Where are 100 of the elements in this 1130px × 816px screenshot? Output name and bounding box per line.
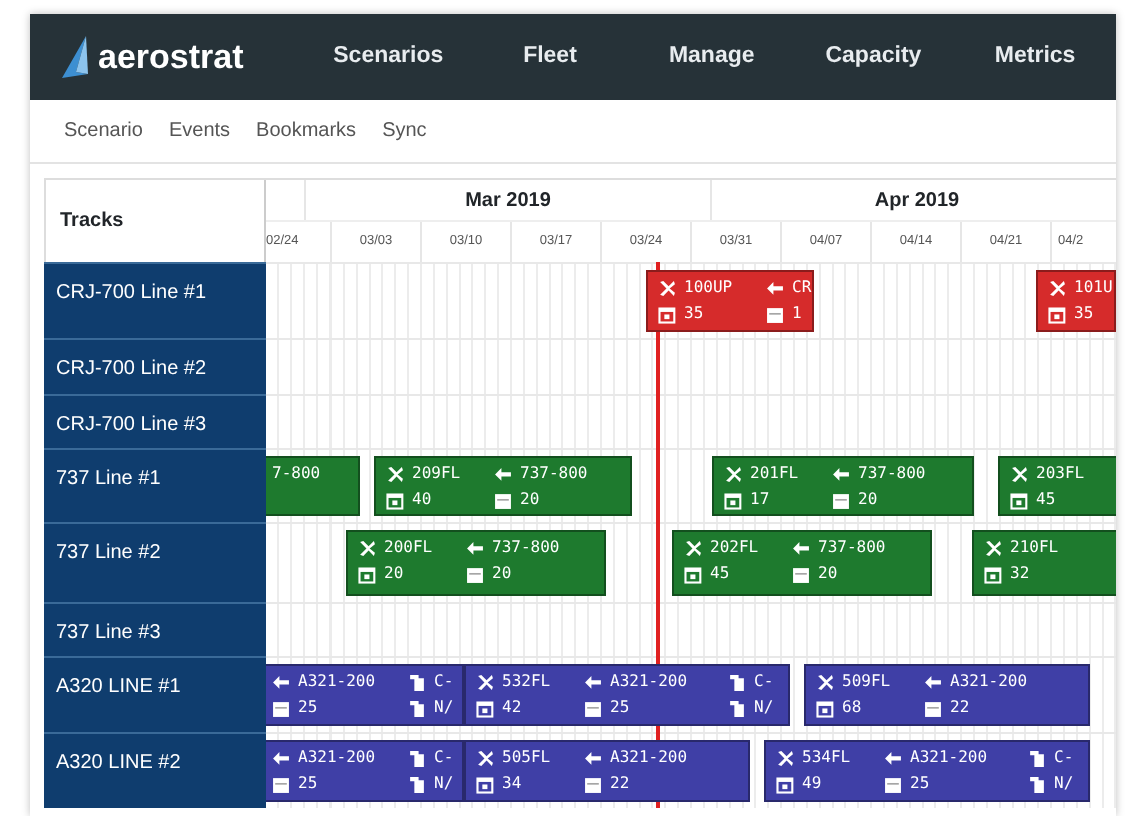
calendar-icon (476, 699, 494, 717)
event-bar[interactable]: 505FL 34 A321-200 22 (464, 740, 750, 802)
nav-link[interactable]: Fleet (469, 39, 631, 75)
calendar-icon (386, 491, 404, 509)
calendar-icon (584, 699, 602, 717)
event-text: A321-200 (610, 672, 688, 692)
arrow-left-icon (924, 673, 942, 691)
event-text: 20 (858, 490, 878, 510)
event-text: N/ (434, 774, 454, 794)
event-text: N/ (754, 698, 774, 718)
event-text: 534FL (802, 748, 851, 768)
event-text: 200FL (384, 538, 433, 558)
event-bar[interactable]: 101U 35 (1036, 270, 1116, 332)
event-text: 1 (792, 304, 802, 324)
event-bar[interactable]: 209FL 40 737-800 20 (374, 456, 632, 516)
event-text: 737-800 (492, 538, 560, 558)
track-label: 737 Line #1 (44, 448, 266, 522)
calendar-icon (494, 491, 512, 509)
event-text: 101U (1074, 278, 1113, 298)
calendar-icon (466, 565, 484, 583)
event-bar[interactable]: 203FL 45 (998, 456, 1116, 516)
event-text: 20 (818, 564, 838, 584)
calendar-icon (766, 305, 784, 323)
event-bar[interactable]: A321-200 25 C- N/ (266, 740, 464, 802)
event-text: 201FL (750, 464, 799, 484)
event-text: 32 (1010, 564, 1030, 584)
event-text: 25 (298, 698, 318, 718)
track-label: CRJ-700 Line #2 (44, 338, 266, 394)
event-text: 20 (492, 564, 512, 584)
event-text: 17 (750, 490, 770, 510)
brand-name[interactable]: aerostrat (98, 31, 244, 83)
subnav-link[interactable]: Events (168, 116, 231, 146)
event-text: 20 (384, 564, 404, 584)
nav-link[interactable]: Scenarios (307, 39, 470, 75)
event-text: 532FL (502, 672, 551, 692)
arrow-left-icon (766, 279, 784, 297)
event-text: A321-200 (610, 748, 688, 768)
track-label: CRJ-700 Line #3 (44, 394, 266, 448)
event-bar[interactable]: 534FL 49 A321-200 25 C- N/ (764, 740, 1090, 802)
calendar-icon (724, 491, 742, 509)
arrow-left-icon (466, 539, 484, 557)
calendar-icon (584, 775, 602, 793)
nav-link[interactable]: Capacity (792, 39, 955, 75)
track-label: 737 Line #2 (44, 522, 266, 602)
calendar-icon (658, 305, 676, 323)
calendar-icon (924, 699, 942, 717)
event-text: 45 (710, 564, 730, 584)
subnav-link[interactable]: Bookmarks (256, 116, 357, 146)
nav-link[interactable]: Manage (630, 39, 793, 75)
calendar-icon (1048, 305, 1066, 323)
subnav-link[interactable]: Scenario (64, 116, 143, 146)
arrow-left-icon (832, 465, 850, 483)
event-text: 42 (502, 698, 522, 718)
calendar-icon (776, 775, 794, 793)
arrow-left-icon (792, 539, 810, 557)
event-text: C- (434, 748, 454, 768)
arrow-left-icon (884, 749, 902, 767)
event-text: 20 (520, 490, 540, 510)
arrow-left-icon (584, 749, 602, 767)
event-bar[interactable]: 7-800 (266, 456, 360, 516)
event-text: CR (792, 278, 812, 298)
event-text: A321-200 (298, 672, 376, 692)
event-bar[interactable]: A321-200 25 C- N/ (266, 664, 464, 726)
event-bar[interactable]: 509FL 68 A321-200 22 (804, 664, 1090, 726)
event-text: 68 (842, 698, 862, 718)
arrow-left-icon (584, 673, 602, 691)
event-bar[interactable]: 100UP 35 CR 1 (646, 270, 814, 332)
calendar-icon (1010, 491, 1028, 509)
event-text: A321-200 (910, 748, 988, 768)
column-header: Tracks (60, 208, 124, 236)
event-text: 25 (610, 698, 630, 718)
subnav-link[interactable]: Sync (382, 116, 427, 146)
event-text: C- (434, 672, 454, 692)
event-text: C- (754, 672, 774, 692)
event-text: 737-800 (520, 464, 588, 484)
event-text: 505FL (502, 748, 551, 768)
event-text: A321-200 (298, 748, 376, 768)
event-text: 25 (910, 774, 930, 794)
event-text: 210FL (1010, 538, 1059, 558)
nav-link[interactable]: Metrics (954, 39, 1116, 75)
event-text: 209FL (412, 464, 461, 484)
event-text: A321-200 (950, 672, 1028, 692)
event-bar[interactable]: 202FL 45 737-800 20 (672, 530, 932, 596)
event-text: 509FL (842, 672, 891, 692)
arrow-left-icon (494, 465, 512, 483)
calendar-icon (272, 699, 290, 717)
event-text: 35 (1074, 304, 1094, 324)
track-label: CRJ-700 Line #1 (44, 262, 266, 338)
event-bar[interactable]: 532FL 42 A321-200 25 C- N/ (464, 664, 790, 726)
event-text: 737-800 (858, 464, 926, 484)
calendar-icon (684, 565, 702, 583)
sail-logo-icon (58, 35, 90, 79)
event-bar[interactable]: 200FL 20 737-800 20 (346, 530, 606, 596)
event-text: 40 (412, 490, 432, 510)
event-bar[interactable]: 210FL 32 (972, 530, 1116, 596)
calendar-icon (476, 775, 494, 793)
event-text: 7-800 (272, 464, 321, 484)
event-text: 22 (950, 698, 970, 718)
event-text: 202FL (710, 538, 759, 558)
event-bar[interactable]: 201FL 17 737-800 20 (712, 456, 974, 516)
